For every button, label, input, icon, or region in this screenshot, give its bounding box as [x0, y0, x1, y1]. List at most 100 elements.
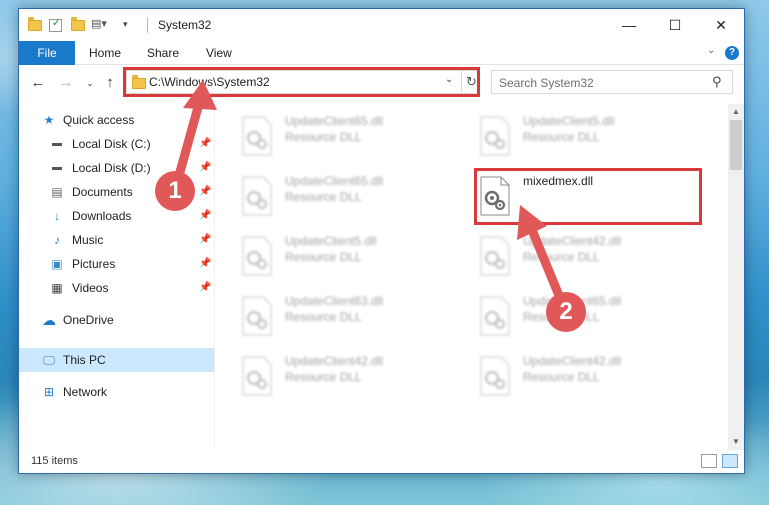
close-button[interactable]: ✕ — [698, 9, 744, 41]
pin-icon[interactable]: 📌 — [199, 228, 211, 252]
star-icon: ★ — [43, 113, 55, 127]
details-view-icon[interactable] — [701, 454, 717, 468]
tab-home[interactable]: Home — [89, 41, 121, 65]
sidebar-item-this-pc[interactable]: 🖵 This PC — [19, 348, 214, 372]
dll-file-icon — [480, 236, 510, 276]
callout-badge-1: 1 — [155, 171, 195, 211]
sidebar-item-videos[interactable]: ▦ Videos 📌 — [19, 276, 214, 300]
file-list: UpdateClient65.dll Resource DLL UpdateCl… — [215, 104, 728, 450]
sidebar-item-local-disk-c[interactable]: ▬ Local Disk (C:) 📌 — [19, 132, 214, 156]
vertical-scrollbar[interactable]: ▲ ▼ — [728, 104, 744, 450]
sidebar-item-network[interactable]: ⊞ Network — [19, 380, 214, 404]
file-item[interactable]: UpdateClient65.dll Resource DLL — [215, 108, 445, 160]
pin-icon[interactable]: 📌 — [199, 156, 211, 180]
sidebar-item-label: Pictures — [72, 257, 116, 271]
navigation-pane: ★ Quick access ▬ Local Disk (C:) 📌 ▬ Loc… — [19, 104, 214, 450]
file-item[interactable]: UpdateClient42.dll Resource DLL — [215, 348, 445, 400]
sidebar-item-label: Local Disk (D:) — [72, 161, 151, 175]
maximize-button[interactable]: ☐ — [652, 9, 698, 41]
expand-ribbon-icon[interactable]: ⌄ — [707, 45, 715, 56]
search-placeholder: Search System32 — [499, 76, 594, 90]
dll-file-icon — [480, 296, 510, 336]
sidebar-item-quick-access[interactable]: ★ Quick access — [19, 108, 214, 132]
window-title: System32 — [158, 18, 212, 32]
sidebar-item-label: This PC — [63, 353, 106, 367]
file-type: Resource DLL — [285, 310, 362, 324]
scroll-up-icon[interactable]: ▲ — [728, 104, 744, 120]
back-arrow-icon[interactable]: ← — [29, 73, 47, 93]
file-explorer-window: ✓ ▤▾ ▾ System32 — ☐ ✕ File Home Share Vi… — [18, 8, 745, 474]
search-icon[interactable]: ⚲ — [712, 74, 722, 90]
file-name: UpdateClient5.dll — [285, 234, 377, 248]
scroll-thumb[interactable] — [730, 120, 742, 170]
quick-access-toolbar-icon[interactable]: ▤▾ — [91, 17, 107, 33]
file-name: UpdateClient65.dll — [285, 114, 384, 128]
sidebar-item-label: Music — [72, 233, 104, 247]
status-bar: 115 items — [19, 450, 744, 473]
dll-file-icon — [242, 236, 272, 276]
file-item[interactable]: UpdateClient42.dll Resource DLL — [453, 348, 683, 400]
file-type: Resource DLL — [285, 130, 362, 144]
address-highlight-box — [123, 67, 480, 97]
pin-icon[interactable]: 📌 — [199, 276, 211, 300]
tab-view[interactable]: View — [206, 41, 232, 65]
properties-icon[interactable]: ✓ — [49, 18, 62, 32]
sidebar-item-music[interactable]: ♪ Music 📌 — [19, 228, 214, 252]
pin-icon[interactable]: 📌 — [199, 180, 211, 204]
search-input[interactable]: Search System32 ⚲ — [491, 70, 733, 94]
dll-file-icon — [242, 296, 272, 336]
file-type: Resource DLL — [285, 250, 362, 264]
file-type: Resource DLL — [285, 190, 362, 204]
pin-icon[interactable]: 📌 — [199, 204, 211, 228]
new-folder-icon[interactable] — [70, 17, 86, 33]
file-item[interactable]: UpdateClient63.dll Resource DLL — [215, 288, 445, 340]
title-bar: ✓ ▤▾ ▾ System32 — ☐ ✕ — [19, 9, 744, 41]
documents-icon: ▤ — [51, 185, 63, 199]
scroll-down-icon[interactable]: ▼ — [728, 434, 744, 450]
tab-file[interactable]: File — [19, 41, 75, 65]
title-separator — [147, 17, 148, 33]
dll-file-icon — [242, 116, 272, 156]
file-name: UpdateClient5.dll — [523, 114, 615, 128]
sidebar-item-label: Videos — [72, 281, 109, 295]
onedrive-icon: ☁ — [42, 312, 56, 328]
item-count: 115 items — [31, 455, 78, 467]
music-icon: ♪ — [54, 233, 60, 247]
folder-icon — [27, 17, 43, 33]
file-item[interactable]: UpdateClient65.dll Resource DLL — [215, 168, 445, 220]
file-name: UpdateClient63.dll — [285, 294, 384, 308]
videos-icon: ▦ — [51, 281, 63, 295]
file-name: UpdateClient65.dll — [285, 174, 384, 188]
pin-icon[interactable]: 📌 — [199, 132, 211, 156]
recent-locations-dropdown-icon[interactable]: ⌄ — [81, 73, 99, 93]
large-icons-view-icon[interactable] — [722, 454, 738, 468]
sidebar-item-label: OneDrive — [63, 313, 114, 327]
sidebar-item-label: Local Disk (C:) — [72, 137, 151, 151]
customize-toolbar-dropdown-icon[interactable]: ▾ — [123, 19, 139, 35]
help-button[interactable]: ? — [725, 46, 739, 60]
file-name: UpdateClient42.dll — [285, 354, 384, 368]
sidebar-item-label: Downloads — [72, 209, 132, 223]
file-item[interactable]: UpdateClient5.dll Resource DLL — [453, 108, 683, 160]
sidebar-item-onedrive[interactable]: ☁ OneDrive — [19, 308, 214, 332]
file-highlight-box — [474, 168, 702, 225]
drive-icon: ▬ — [52, 138, 62, 149]
forward-arrow-icon[interactable]: → — [57, 73, 75, 93]
pin-icon[interactable]: 📌 — [199, 252, 211, 276]
dll-file-icon — [480, 116, 510, 156]
dll-file-icon — [242, 356, 272, 396]
file-type: Resource DLL — [285, 370, 362, 384]
callout-badge-2: 2 — [546, 292, 586, 332]
file-item[interactable]: UpdateClient5.dll Resource DLL — [215, 228, 445, 280]
up-arrow-icon[interactable]: ↑ — [101, 73, 119, 93]
tab-share[interactable]: Share — [147, 41, 179, 65]
network-icon: ⊞ — [43, 385, 55, 399]
sidebar-item-label: Documents — [72, 185, 133, 199]
file-type: Resource DLL — [523, 130, 600, 144]
file-item[interactable]: UpdateClient42.dll Resource DLL — [453, 228, 683, 280]
sidebar-item-label: Network — [63, 385, 108, 399]
minimize-button[interactable]: — — [606, 9, 652, 41]
drive-icon: ▬ — [52, 162, 62, 173]
file-type: Resource DLL — [523, 370, 600, 384]
sidebar-item-pictures[interactable]: ▣ Pictures 📌 — [19, 252, 214, 276]
